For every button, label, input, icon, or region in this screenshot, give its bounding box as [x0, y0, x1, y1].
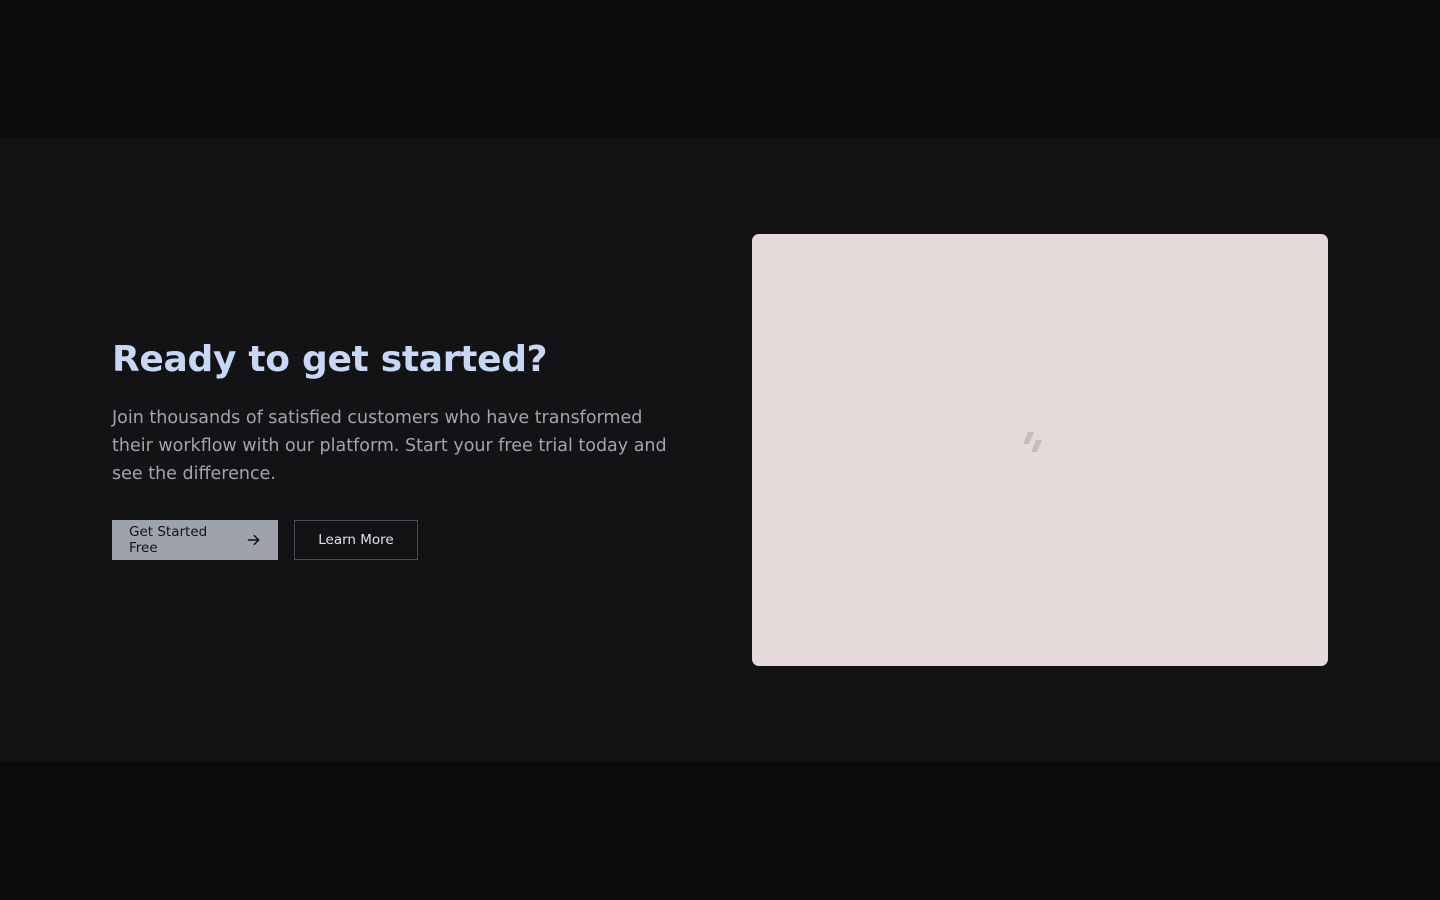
cta-subtext: Join thousands of satisfied customers wh…: [112, 408, 667, 484]
page: Ready to get started? Join thousands of …: [0, 0, 1440, 900]
arrow-right-icon: [248, 534, 260, 546]
cta-actions: Get Started Free Learn More: [112, 520, 418, 560]
learn-more-label: Learn More: [318, 532, 394, 548]
media-placeholder: [752, 234, 1328, 666]
image-placeholder-icon: [1023, 432, 1042, 452]
get-started-free-label: Get Started Free: [129, 524, 208, 556]
cta-headline: Ready to get started?: [112, 339, 548, 380]
cta-copy: Ready to get started? Join thousands of …: [112, 334, 692, 488]
get-started-free-button[interactable]: Get Started Free: [112, 520, 278, 560]
learn-more-button[interactable]: Learn More: [294, 520, 418, 560]
